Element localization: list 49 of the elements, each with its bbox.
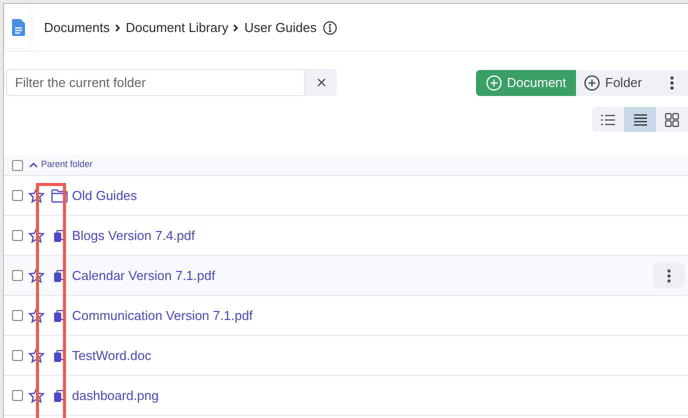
document-logo-icon bbox=[12, 19, 24, 36]
checkbox[interactable] bbox=[12, 350, 23, 361]
view-toggle[interactable] bbox=[624, 107, 656, 132]
file-name-link[interactable]: TestWord.doc bbox=[72, 346, 152, 366]
caret-up-icon bbox=[29, 162, 38, 168]
chevron-right-icon bbox=[233, 24, 240, 32]
breadcrumb-item[interactable]: Document Library bbox=[126, 18, 228, 38]
breadcrumb-item: User Guides bbox=[244, 18, 317, 37]
document-icon bbox=[54, 230, 64, 242]
filter-field[interactable]: Filter the current folder bbox=[6, 69, 305, 96]
star-icon[interactable] bbox=[28, 347, 45, 364]
info-icon[interactable] bbox=[322, 20, 337, 34]
bullet-list-icon bbox=[601, 114, 615, 126]
breadcrumb-item[interactable]: Documents bbox=[44, 18, 110, 38]
checkbox[interactable] bbox=[12, 310, 23, 321]
checkbox[interactable] bbox=[12, 160, 23, 170]
more-icon bbox=[670, 76, 674, 90]
star-icon[interactable] bbox=[28, 267, 45, 284]
file-name-link[interactable]: Communication Version 7.1.pdf bbox=[72, 306, 253, 326]
star-icon[interactable] bbox=[28, 387, 45, 404]
document-icon bbox=[54, 350, 64, 362]
add-icon bbox=[486, 74, 502, 90]
star-icon[interactable] bbox=[28, 307, 45, 324]
star-icon[interactable] bbox=[28, 227, 45, 244]
add-icon bbox=[584, 74, 600, 90]
close-icon bbox=[316, 78, 326, 87]
file-name-link[interactable]: Old Guides bbox=[72, 186, 138, 206]
grid-icon bbox=[665, 112, 679, 126]
chevron-right-icon bbox=[114, 24, 121, 32]
new-folder-button[interactable]: Folder bbox=[576, 70, 655, 96]
more-icon bbox=[667, 268, 671, 282]
parent-folder-link[interactable]: Parent folder bbox=[29, 158, 93, 172]
document-icon bbox=[54, 390, 64, 402]
star-icon[interactable] bbox=[28, 187, 45, 204]
file-name-link[interactable]: dashboard.png bbox=[72, 386, 159, 406]
document-icon bbox=[54, 310, 64, 322]
more-button[interactable] bbox=[655, 70, 688, 96]
row-actions-button[interactable] bbox=[653, 263, 685, 288]
clear-button[interactable] bbox=[305, 69, 337, 96]
file-name-link[interactable]: Blogs Version 7.4.pdf bbox=[72, 226, 195, 246]
checkbox[interactable] bbox=[12, 190, 23, 201]
checkbox[interactable] bbox=[12, 390, 23, 401]
file-row[interactable]: Calendar Version 7.1.pdf bbox=[4, 256, 688, 296]
file-name-link[interactable]: Calendar Version 7.1.pdf bbox=[72, 266, 216, 286]
checkbox[interactable] bbox=[12, 230, 23, 241]
document-icon bbox=[54, 270, 64, 282]
checkbox[interactable] bbox=[12, 270, 23, 281]
folder-icon bbox=[50, 188, 68, 202]
lines-icon bbox=[634, 114, 646, 126]
